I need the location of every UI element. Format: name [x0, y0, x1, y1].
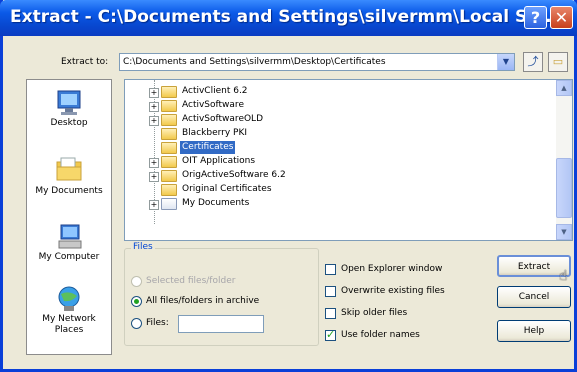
tree-item[interactable]: + OIT Applications — [125, 155, 555, 168]
extract-dialog: Extract - C:\Documents and Settings\silv… — [0, 0, 577, 372]
place-network-places[interactable]: My Network Places — [27, 284, 111, 336]
up-folder-icon: ⤴ — [527, 55, 539, 68]
expand-icon[interactable]: + — [149, 200, 159, 210]
network-places-icon — [52, 284, 86, 314]
places-bar: Desktop My Documents My Computer My Netw… — [26, 79, 112, 355]
tree-item-label: Blackberry PKI — [182, 128, 248, 138]
extract-to-label: Extract to: — [61, 57, 109, 67]
expand-icon[interactable]: + — [149, 158, 159, 168]
selected-files-radio[interactable] — [131, 276, 142, 287]
place-label: My Network Places — [42, 314, 96, 335]
place-label: Desktop — [50, 118, 88, 128]
expand-icon[interactable]: + — [149, 116, 159, 126]
folder-icon — [161, 184, 177, 196]
tree-item[interactable]: + OrigActiveSoftware 6.2 — [125, 169, 555, 182]
open-explorer-label: Open Explorer window — [341, 264, 443, 274]
folder-icon — [161, 100, 177, 112]
all-files-radio[interactable] — [131, 296, 142, 307]
chevron-down-icon[interactable]: ▼ — [497, 54, 514, 70]
new-folder-icon: ▭ — [552, 55, 564, 68]
tree-item-label: OrigActiveSoftware 6.2 — [182, 170, 286, 180]
documents-folder-icon — [161, 198, 177, 210]
scroll-up-button[interactable]: ▲ — [556, 80, 572, 96]
open-folder-icon — [161, 142, 177, 154]
scroll-down-button[interactable]: ▼ — [556, 224, 572, 240]
tree-item-selected[interactable]: Certificates — [125, 141, 555, 154]
place-desktop[interactable]: Desktop — [27, 88, 111, 129]
skip-older-checkbox[interactable] — [325, 308, 336, 319]
tree-item[interactable]: + ActivSoftware — [125, 99, 555, 112]
extract-to-combobox[interactable]: C:\Documents and Settings\silvermm\Deskt… — [119, 53, 515, 71]
extract-to-value: C:\Documents and Settings\silvermm\Deskt… — [123, 57, 386, 67]
tree-item-label: OIT Applications — [182, 156, 256, 166]
new-folder-button[interactable]: ▭ — [548, 52, 568, 72]
folder-tree[interactable]: + ActivClient 6.2 + ActivSoftware + Acti… — [124, 79, 573, 241]
expand-icon[interactable]: + — [149, 102, 159, 112]
tree-item-label: Original Certificates — [182, 184, 272, 194]
overwrite-label: Overwrite existing files — [341, 286, 445, 296]
place-my-computer[interactable]: My Computer — [27, 222, 111, 263]
skip-older-label: Skip older files — [341, 308, 408, 318]
tree-item-label: ActivSoftware — [182, 100, 244, 110]
tree-item-label: ActivClient 6.2 — [182, 86, 248, 96]
files-input[interactable] — [178, 315, 264, 333]
use-folder-names-checkbox[interactable] — [325, 328, 336, 341]
place-my-documents[interactable]: My Documents — [27, 156, 111, 197]
tree-item[interactable]: + ActivSoftwareOLD — [125, 113, 555, 126]
expand-icon[interactable]: + — [149, 172, 159, 182]
tree-scrollbar[interactable]: ▲ ▼ — [556, 80, 572, 240]
folder-icon — [161, 86, 177, 98]
tree-item[interactable]: Blackberry PKI — [125, 127, 555, 140]
all-files-label: All files/folders in archive — [146, 296, 260, 306]
folder-icon — [161, 114, 177, 126]
my-documents-icon — [52, 156, 86, 186]
place-label: My Computer — [38, 252, 100, 262]
scroll-thumb[interactable] — [556, 158, 572, 218]
folder-icon — [161, 170, 177, 182]
place-label: My Documents — [35, 186, 103, 196]
my-computer-icon — [52, 222, 86, 252]
browse-button[interactable]: ⤴ — [523, 52, 543, 72]
overwrite-checkbox[interactable] — [325, 286, 336, 297]
window-title: Extract - C:\Documents and Settings\silv… — [10, 7, 559, 27]
tree-item[interactable]: + ActivClient 6.2 — [125, 85, 555, 98]
tree-item[interactable]: Original Certificates — [125, 183, 555, 196]
files-group: Files Selected files/folder All files/fo… — [124, 242, 319, 346]
mouse-cursor-icon: ☝ — [559, 268, 568, 284]
title-bar[interactable]: Extract - C:\Documents and Settings\silv… — [0, 0, 577, 36]
files-label: Files: — [146, 318, 169, 328]
open-explorer-checkbox[interactable] — [325, 264, 336, 275]
files-group-title: Files — [131, 242, 155, 252]
help-button[interactable]: Help — [497, 320, 571, 342]
files-radio[interactable] — [131, 318, 142, 329]
use-folder-names-label: Use folder names — [341, 330, 420, 340]
folder-icon — [161, 156, 177, 168]
tree-item-label: ActivSoftwareOLD — [182, 114, 264, 124]
desktop-icon — [52, 88, 86, 118]
tree-item-label: My Documents — [182, 198, 250, 208]
selected-files-label: Selected files/folder — [146, 276, 236, 286]
tree-item-label: Certificates — [180, 141, 236, 154]
title-help-button[interactable]: ? — [524, 6, 547, 29]
cancel-button[interactable]: Cancel — [497, 286, 571, 308]
expand-icon[interactable]: + — [149, 88, 159, 98]
folder-icon — [161, 128, 177, 140]
tree-item[interactable]: + My Documents — [125, 197, 555, 210]
close-button[interactable]: ✕ — [550, 6, 573, 29]
